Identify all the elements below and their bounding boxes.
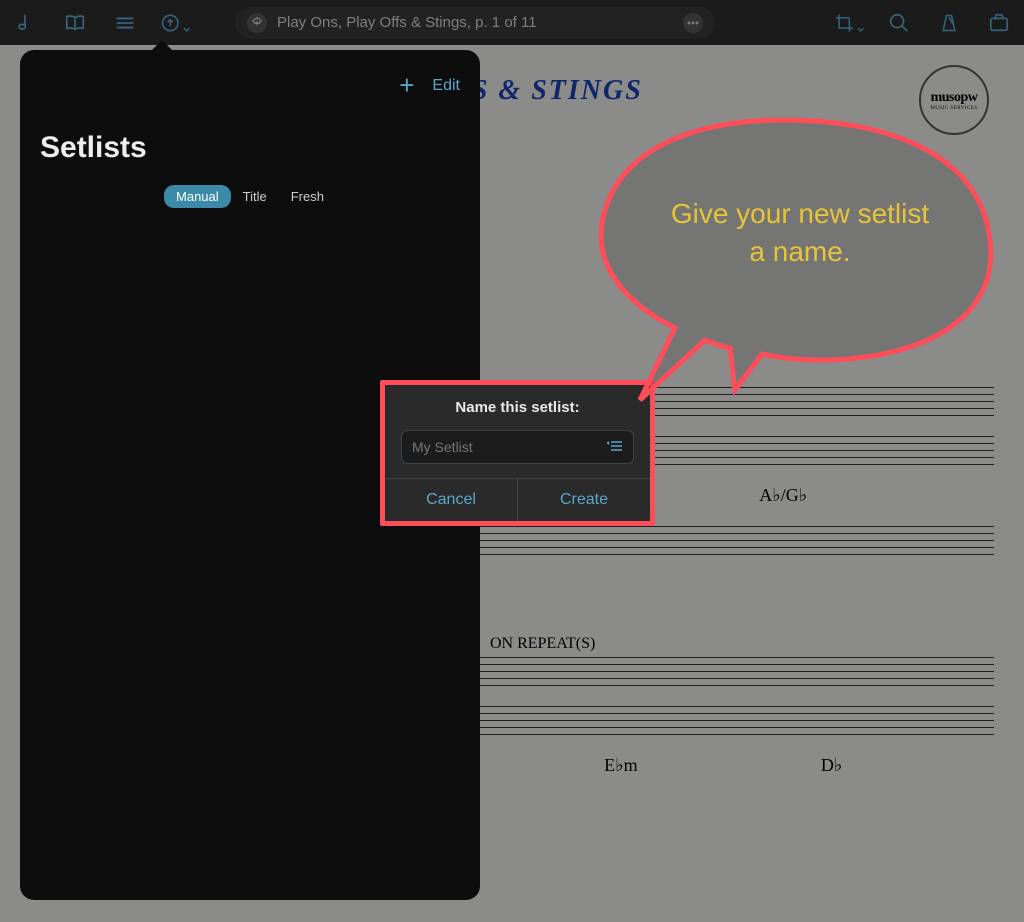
create-button[interactable]: Create: [518, 479, 650, 521]
annotation-callout: Give your new setlist a name.: [580, 100, 990, 370]
cancel-button[interactable]: Cancel: [385, 479, 518, 521]
segment-title[interactable]: Title: [231, 185, 279, 208]
setlist-name-field-wrapper: [401, 430, 634, 464]
callout-text: Give your new setlist a name.: [660, 195, 940, 271]
list-picker-icon[interactable]: [607, 439, 623, 455]
setlist-name-input[interactable]: [412, 439, 607, 455]
panel-title: Setlists: [40, 131, 460, 165]
segment-manual[interactable]: Manual: [164, 185, 231, 208]
panel-arrow: [150, 40, 174, 52]
sort-segmented-control: Manual Title Fresh: [40, 185, 460, 208]
segment-fresh[interactable]: Fresh: [279, 185, 336, 208]
add-setlist-button[interactable]: +: [399, 70, 414, 101]
edit-button[interactable]: Edit: [432, 77, 460, 95]
